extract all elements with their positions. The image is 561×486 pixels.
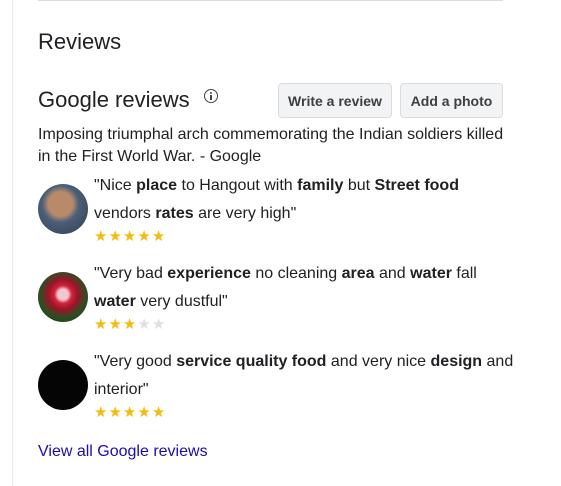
review-text-segment: and very nice bbox=[326, 353, 431, 370]
avatar[interactable] bbox=[38, 360, 88, 410]
review-keyword: place bbox=[136, 177, 178, 194]
review-text-segment: "Nice bbox=[94, 177, 137, 194]
star-empty-icon: ★ bbox=[151, 316, 167, 333]
top-divider bbox=[38, 0, 503, 1]
info-icon[interactable] bbox=[204, 89, 218, 103]
review-text: "Very bad experience no cleaning area an… bbox=[94, 260, 514, 316]
star-filled-icon: ★ bbox=[151, 404, 167, 421]
review-keyword: water bbox=[410, 265, 452, 282]
review-keyword: family bbox=[297, 177, 344, 194]
avatar[interactable] bbox=[38, 184, 88, 234]
star-filled-icon: ★ bbox=[108, 404, 123, 421]
review-text: "Nice place to Hangout with family but S… bbox=[94, 172, 514, 228]
place-summary: Imposing triumphal arch commemorating th… bbox=[38, 126, 504, 165]
review-text-segment: fall bbox=[451, 265, 477, 282]
view-all-reviews-link[interactable]: View all Google reviews bbox=[38, 441, 208, 463]
star-filled-icon: ★ bbox=[151, 228, 167, 245]
review-keyword: area bbox=[341, 265, 375, 282]
review-text-segment: vendors bbox=[94, 205, 156, 222]
review-item[interactable]: "Nice place to Hangout with family but S… bbox=[38, 172, 508, 252]
review-text-segment: very dustful" bbox=[135, 293, 228, 310]
review-text: "Very good service quality food and very… bbox=[94, 348, 514, 404]
review-text-segment: "Very bad bbox=[94, 265, 168, 282]
star-filled-icon: ★ bbox=[108, 228, 123, 245]
review-item[interactable]: "Very good service quality food and very… bbox=[38, 348, 513, 428]
star-filled-icon: ★ bbox=[137, 228, 152, 245]
star-filled-icon: ★ bbox=[122, 316, 138, 333]
review-text-segment: are very high" bbox=[193, 205, 297, 222]
review-keyword: experience bbox=[167, 265, 251, 282]
star-empty-icon: ★ bbox=[137, 316, 152, 333]
left-border bbox=[12, 0, 13, 486]
star-filled-icon: ★ bbox=[94, 316, 109, 333]
review-text-segment: no cleaning bbox=[250, 265, 342, 282]
star-filled-icon: ★ bbox=[108, 316, 123, 333]
review-keyword: water bbox=[94, 293, 136, 310]
star-filled-icon: ★ bbox=[94, 228, 109, 245]
review-keyword: Street food bbox=[374, 177, 459, 194]
add-photo-button[interactable]: Add a photo bbox=[400, 83, 503, 118]
star-rating: ★★★★★ bbox=[94, 229, 166, 245]
review-keyword: service quality food bbox=[176, 353, 327, 370]
section-title: Reviews bbox=[38, 29, 122, 54]
star-filled-icon: ★ bbox=[137, 404, 152, 421]
review-keyword: design bbox=[430, 353, 483, 370]
star-rating: ★★★★★ bbox=[94, 317, 166, 333]
star-filled-icon: ★ bbox=[122, 404, 138, 421]
review-keyword: rates bbox=[155, 205, 194, 222]
review-text-segment: to Hangout with bbox=[177, 177, 298, 194]
review-text-segment: and bbox=[374, 265, 411, 282]
star-rating: ★★★★★ bbox=[94, 405, 166, 421]
review-item[interactable]: "Very bad experience no cleaning area an… bbox=[38, 260, 508, 340]
google-reviews-title: Google reviews bbox=[38, 87, 190, 112]
star-filled-icon: ★ bbox=[94, 404, 109, 421]
review-text-segment: but bbox=[343, 177, 375, 194]
review-text-segment: "Very good bbox=[94, 353, 177, 370]
write-review-button[interactable]: Write a review bbox=[278, 83, 392, 118]
avatar[interactable] bbox=[38, 272, 88, 322]
star-filled-icon: ★ bbox=[122, 228, 138, 245]
